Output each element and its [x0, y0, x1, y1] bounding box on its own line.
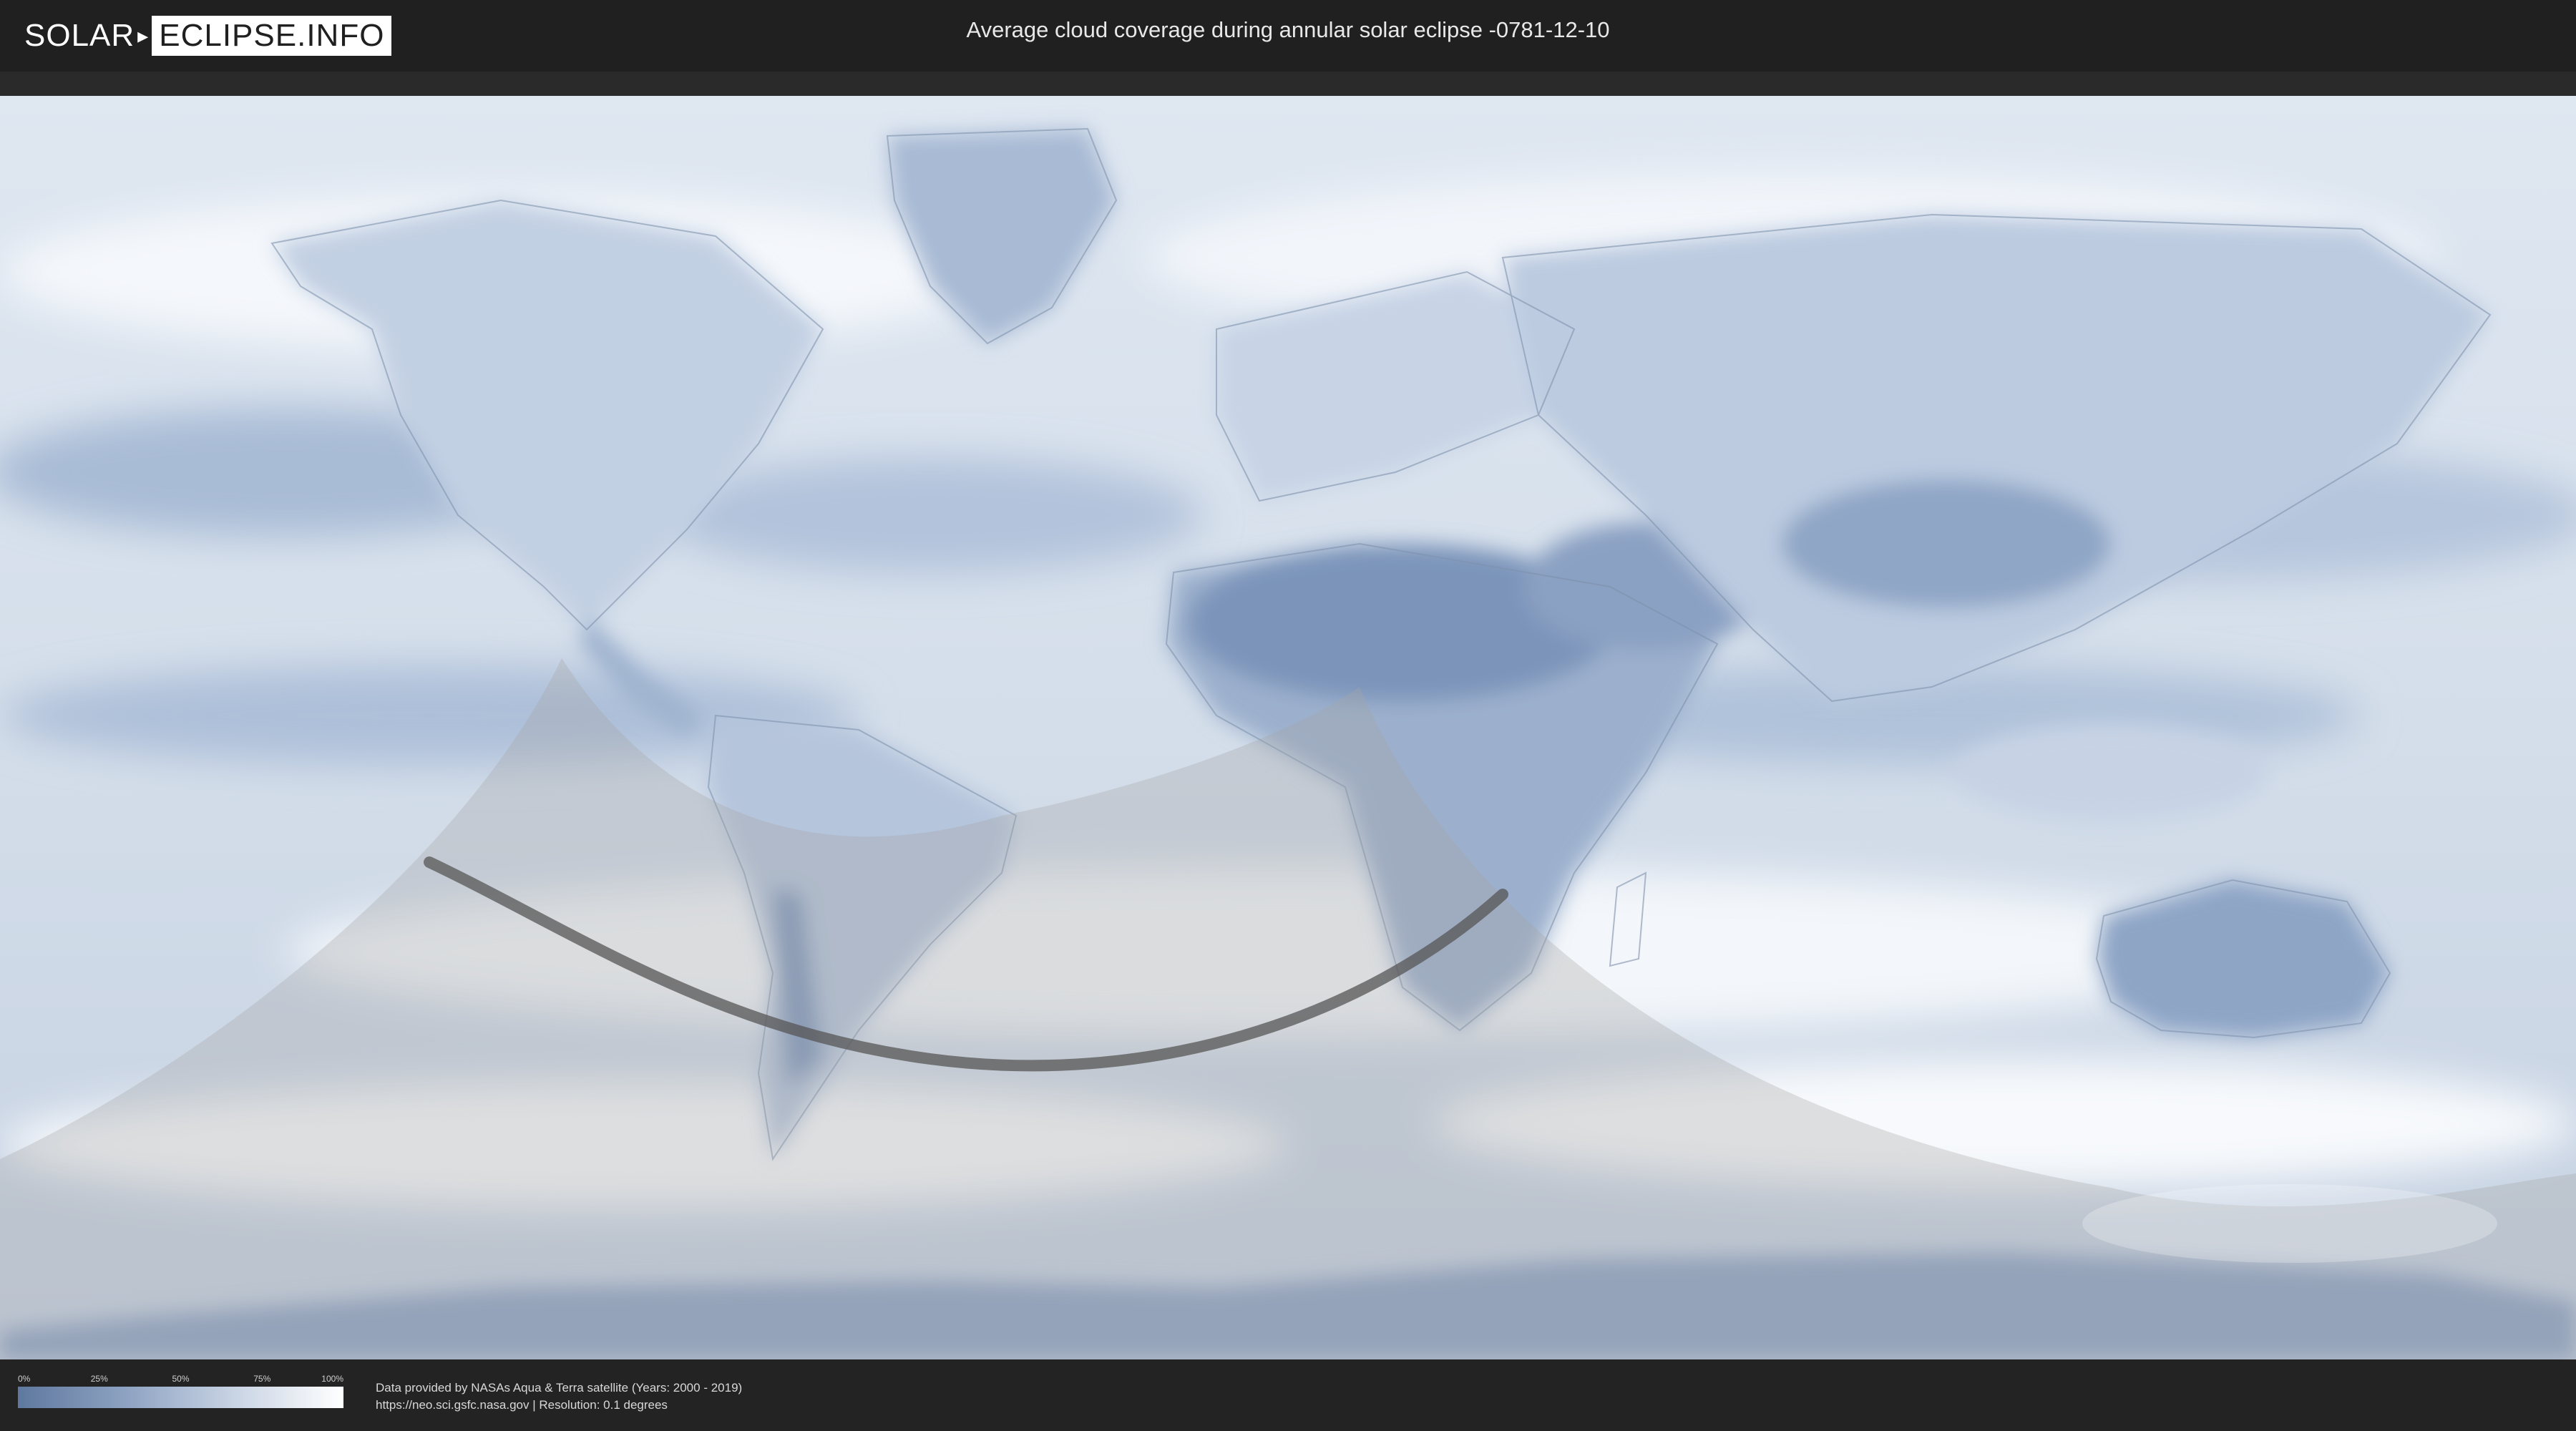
footer-bar: 0% 25% 50% 75% 100% Data provided by NAS… [0, 1359, 2576, 1431]
legend-tick-100: 100% [321, 1374, 343, 1384]
legend-gradient-bar [18, 1387, 343, 1408]
world-map-svg [0, 96, 2576, 1359]
data-credits: Data provided by NASAs Aqua & Terra sate… [376, 1379, 742, 1414]
credits-line-1: Data provided by NASAs Aqua & Terra sate… [376, 1381, 743, 1395]
legend-tick-0: 0% [18, 1374, 31, 1384]
legend-tick-50: 50% [172, 1374, 190, 1384]
cloud-coverage-map[interactable] [0, 72, 2576, 1359]
southern-highlight [2082, 1184, 2497, 1263]
credits-line-2: https://neo.sci.gsfc.nasa.gov | Resoluti… [376, 1398, 668, 1412]
cloud-coverage-legend: 0% 25% 50% 75% 100% [18, 1374, 343, 1408]
header-bar: SOLAR ▸ ECLIPSE.INFO Average cloud cover… [0, 0, 2576, 72]
page-title: Average cloud coverage during annular so… [966, 17, 1610, 42]
legend-tick-75: 75% [253, 1374, 271, 1384]
legend-ticks: 0% 25% 50% 75% 100% [18, 1374, 343, 1387]
legend-tick-25: 25% [90, 1374, 108, 1384]
